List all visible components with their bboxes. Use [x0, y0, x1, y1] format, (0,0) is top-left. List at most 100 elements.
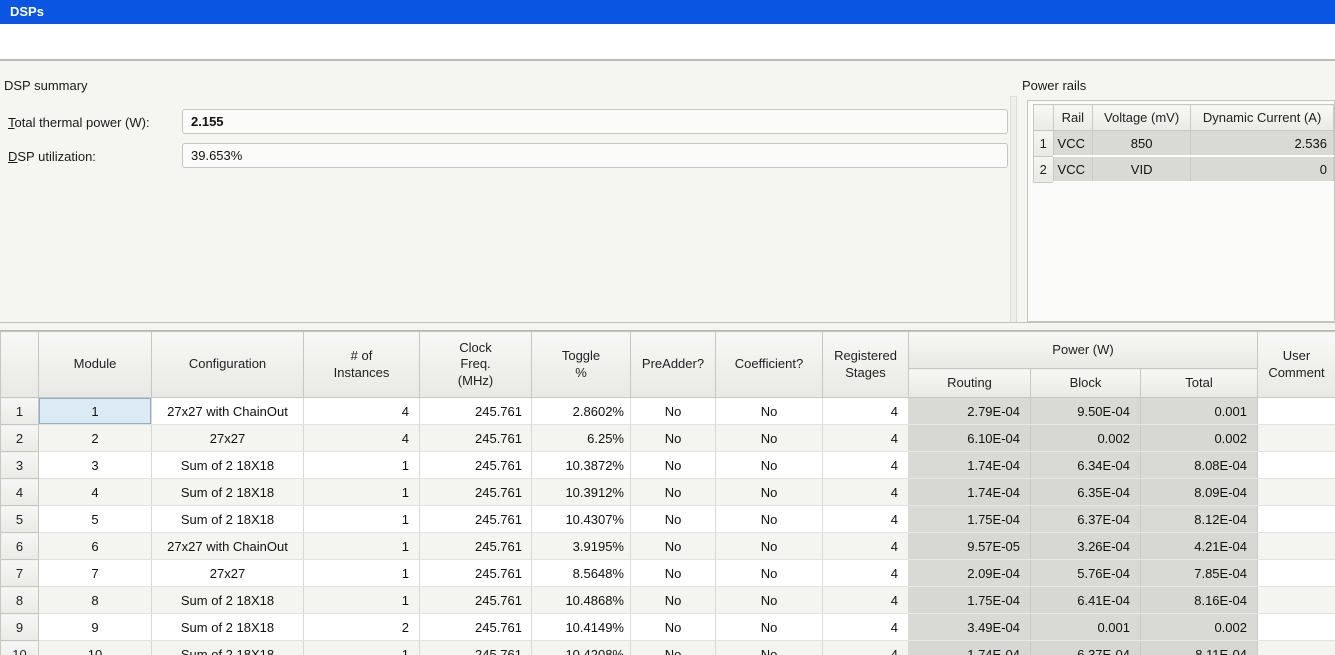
cell-clock-freq[interactable]: 245.761: [420, 479, 532, 506]
cell-coefficient[interactable]: No: [716, 560, 823, 587]
rail-current-cell[interactable]: 2.536: [1191, 131, 1334, 157]
cell-power-total[interactable]: 4.21E-04: [1141, 533, 1258, 560]
cell-registered-stages[interactable]: 4: [823, 560, 909, 587]
cell-user-comment[interactable]: [1258, 560, 1335, 587]
cell-preadder[interactable]: No: [631, 452, 716, 479]
row-number[interactable]: 8: [1, 587, 39, 614]
dsp-corner-header[interactable]: [1, 332, 39, 398]
rails-col-header-rail[interactable]: Rail: [1053, 105, 1093, 131]
cell-coefficient[interactable]: No: [716, 479, 823, 506]
cell-toggle[interactable]: 2.8602%: [532, 398, 631, 425]
cell-power-block[interactable]: 6.34E-04: [1031, 452, 1141, 479]
cell-user-comment[interactable]: [1258, 479, 1335, 506]
cell-module[interactable]: 1: [39, 398, 152, 425]
total-thermal-power-field[interactable]: 2.155: [182, 109, 1008, 134]
cell-toggle[interactable]: 10.3872%: [532, 452, 631, 479]
col-header-registered-stages[interactable]: Registered Stages: [823, 332, 909, 398]
cell-power-routing[interactable]: 1.74E-04: [909, 452, 1031, 479]
row-number[interactable]: 10: [1, 641, 39, 655]
cell-registered-stages[interactable]: 4: [823, 587, 909, 614]
cell-preadder[interactable]: No: [631, 398, 716, 425]
cell-power-routing[interactable]: 2.79E-04: [909, 398, 1031, 425]
cell-power-block[interactable]: 0.002: [1031, 425, 1141, 452]
cell-coefficient[interactable]: No: [716, 452, 823, 479]
cell-coefficient[interactable]: No: [716, 425, 823, 452]
cell-clock-freq[interactable]: 245.761: [420, 425, 532, 452]
cell-toggle[interactable]: 10.4868%: [532, 587, 631, 614]
cell-power-routing[interactable]: 9.57E-05: [909, 533, 1031, 560]
cell-configuration[interactable]: 27x27: [152, 560, 304, 587]
cell-power-total[interactable]: 0.002: [1141, 425, 1258, 452]
cell-coefficient[interactable]: No: [716, 533, 823, 560]
cell-coefficient[interactable]: No: [716, 614, 823, 641]
rail-voltage-cell[interactable]: VID: [1093, 156, 1191, 182]
col-header-toggle[interactable]: Toggle %: [532, 332, 631, 398]
cell-coefficient[interactable]: No: [716, 587, 823, 614]
cell-power-block[interactable]: 3.26E-04: [1031, 533, 1141, 560]
cell-instances[interactable]: 4: [304, 398, 420, 425]
cell-power-total[interactable]: 7.85E-04: [1141, 560, 1258, 587]
cell-clock-freq[interactable]: 245.761: [420, 452, 532, 479]
rails-col-header-voltage[interactable]: Voltage (mV): [1093, 105, 1191, 131]
row-number[interactable]: 2: [1, 425, 39, 452]
cell-instances[interactable]: 1: [304, 587, 420, 614]
cell-power-routing[interactable]: 2.09E-04: [909, 560, 1031, 587]
cell-registered-stages[interactable]: 4: [823, 533, 909, 560]
cell-instances[interactable]: 1: [304, 641, 420, 655]
row-number[interactable]: 3: [1, 452, 39, 479]
cell-power-total[interactable]: 8.11E-04: [1141, 641, 1258, 655]
cell-power-block[interactable]: 6.35E-04: [1031, 479, 1141, 506]
cell-clock-freq[interactable]: 245.761: [420, 533, 532, 560]
col-header-module[interactable]: Module: [39, 332, 152, 398]
cell-instances[interactable]: 1: [304, 479, 420, 506]
cell-power-routing[interactable]: 3.49E-04: [909, 614, 1031, 641]
cell-module[interactable]: 2: [39, 425, 152, 452]
col-header-configuration[interactable]: Configuration: [152, 332, 304, 398]
col-header-coefficient[interactable]: Coefficient?: [716, 332, 823, 398]
cell-power-routing[interactable]: 6.10E-04: [909, 425, 1031, 452]
cell-power-block[interactable]: 9.50E-04: [1031, 398, 1141, 425]
cell-module[interactable]: 7: [39, 560, 152, 587]
cell-user-comment[interactable]: [1258, 641, 1335, 655]
cell-configuration[interactable]: Sum of 2 18X18: [152, 641, 304, 655]
cell-toggle[interactable]: 10.4208%: [532, 641, 631, 655]
cell-configuration[interactable]: 27x27: [152, 425, 304, 452]
cell-preadder[interactable]: No: [631, 641, 716, 655]
cell-clock-freq[interactable]: 245.761: [420, 614, 532, 641]
cell-user-comment[interactable]: [1258, 614, 1335, 641]
rail-current-cell[interactable]: 0: [1191, 156, 1334, 182]
cell-module[interactable]: 8: [39, 587, 152, 614]
cell-power-total[interactable]: 8.08E-04: [1141, 452, 1258, 479]
cell-registered-stages[interactable]: 4: [823, 452, 909, 479]
row-number[interactable]: 1: [1, 398, 39, 425]
cell-configuration[interactable]: Sum of 2 18X18: [152, 479, 304, 506]
cell-power-total[interactable]: 0.002: [1141, 614, 1258, 641]
cell-module[interactable]: 3: [39, 452, 152, 479]
cell-power-routing[interactable]: 1.75E-04: [909, 587, 1031, 614]
cell-user-comment[interactable]: [1258, 533, 1335, 560]
cell-instances[interactable]: 4: [304, 425, 420, 452]
col-header-block[interactable]: Block: [1031, 369, 1141, 398]
cell-clock-freq[interactable]: 245.761: [420, 398, 532, 425]
cell-toggle[interactable]: 10.4149%: [532, 614, 631, 641]
cell-preadder[interactable]: No: [631, 425, 716, 452]
cell-power-routing[interactable]: 1.74E-04: [909, 641, 1031, 655]
cell-power-total[interactable]: 8.12E-04: [1141, 506, 1258, 533]
rail-name-cell[interactable]: VCC: [1053, 156, 1093, 182]
rail-row-number[interactable]: 2: [1034, 156, 1054, 182]
cell-clock-freq[interactable]: 245.761: [420, 587, 532, 614]
cell-preadder[interactable]: No: [631, 479, 716, 506]
cell-preadder[interactable]: No: [631, 560, 716, 587]
rail-voltage-cell[interactable]: 850: [1093, 131, 1191, 157]
cell-power-total[interactable]: 8.09E-04: [1141, 479, 1258, 506]
cell-coefficient[interactable]: No: [716, 398, 823, 425]
cell-power-block[interactable]: 6.37E-04: [1031, 506, 1141, 533]
cell-clock-freq[interactable]: 245.761: [420, 641, 532, 655]
cell-instances[interactable]: 1: [304, 560, 420, 587]
cell-user-comment[interactable]: [1258, 587, 1335, 614]
cell-power-routing[interactable]: 1.74E-04: [909, 479, 1031, 506]
cell-configuration[interactable]: Sum of 2 18X18: [152, 506, 304, 533]
cell-coefficient[interactable]: No: [716, 641, 823, 655]
cell-power-total[interactable]: 0.001: [1141, 398, 1258, 425]
cell-registered-stages[interactable]: 4: [823, 614, 909, 641]
